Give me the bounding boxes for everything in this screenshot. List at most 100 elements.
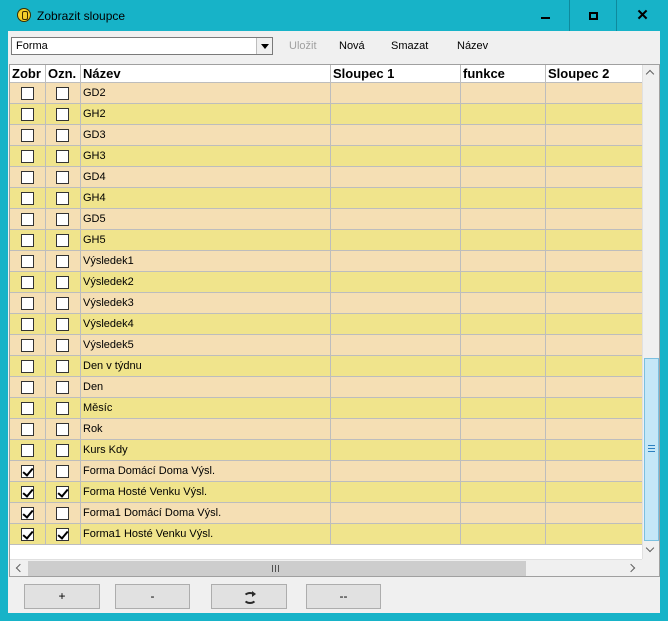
function-cell[interactable] (461, 125, 546, 145)
column1-cell[interactable] (331, 272, 461, 292)
column2-cell[interactable] (546, 314, 642, 334)
show-checkbox[interactable] (21, 297, 34, 310)
show-checkbox[interactable] (21, 402, 34, 415)
add-button[interactable]: + (24, 584, 100, 609)
name-cell[interactable]: GH2 (81, 104, 331, 124)
column2-cell[interactable] (546, 356, 642, 376)
name-cell[interactable]: GD4 (81, 167, 331, 187)
name-cell[interactable]: Kurs Kdy (81, 440, 331, 460)
function-cell[interactable] (461, 461, 546, 481)
column2-cell[interactable] (546, 461, 642, 481)
mark-checkbox[interactable] (56, 108, 69, 121)
mark-checkbox[interactable] (56, 171, 69, 184)
column-header-column2[interactable]: Sloupec 2 (546, 65, 642, 83)
table-row[interactable]: GD4 (10, 167, 642, 188)
mark-checkbox[interactable] (56, 276, 69, 289)
function-cell[interactable] (461, 188, 546, 208)
minimize-button[interactable] (522, 0, 569, 31)
mark-checkbox[interactable] (56, 87, 69, 100)
show-checkbox[interactable] (21, 339, 34, 352)
column-header-show[interactable]: Zobr (10, 65, 46, 83)
column1-cell[interactable] (331, 125, 461, 145)
name-cell[interactable]: Den v týdnu (81, 356, 331, 376)
table-row[interactable]: Forma Domácí Doma Výsl. (10, 461, 642, 482)
table-row[interactable]: Kurs Kdy (10, 440, 642, 461)
show-checkbox[interactable] (21, 276, 34, 289)
mark-checkbox[interactable] (56, 486, 69, 499)
table-row[interactable]: GH3 (10, 146, 642, 167)
column1-cell[interactable] (331, 482, 461, 502)
mark-checkbox[interactable] (56, 402, 69, 415)
name-cell[interactable]: Forma Hosté Venku Výsl. (81, 482, 331, 502)
column2-cell[interactable] (546, 230, 642, 250)
name-cell[interactable]: GH4 (81, 188, 331, 208)
vertical-scroll-thumb[interactable] (644, 358, 659, 541)
column1-cell[interactable] (331, 146, 461, 166)
mark-checkbox[interactable] (56, 213, 69, 226)
clear-button[interactable]: -- (306, 584, 381, 609)
function-cell[interactable] (461, 146, 546, 166)
column1-cell[interactable] (331, 503, 461, 523)
refresh-button[interactable] (211, 584, 287, 609)
form-select[interactable]: Forma (11, 37, 273, 55)
horizontal-scroll-thumb[interactable] (28, 561, 526, 576)
title-bar[interactable]: Zobrazit sloupce ✕ (0, 0, 668, 31)
column-header-name[interactable]: Název (81, 65, 331, 83)
column1-cell[interactable] (331, 524, 461, 544)
show-checkbox[interactable] (21, 465, 34, 478)
table-row[interactable]: Den v týdnu (10, 356, 642, 377)
name-cell[interactable]: Měsíc (81, 398, 331, 418)
show-checkbox[interactable] (21, 381, 34, 394)
column2-cell[interactable] (546, 167, 642, 187)
table-row[interactable]: Výsledek2 (10, 272, 642, 293)
mark-checkbox[interactable] (56, 150, 69, 163)
scroll-right-icon[interactable] (625, 560, 642, 577)
column1-cell[interactable] (331, 314, 461, 334)
column2-cell[interactable] (546, 146, 642, 166)
function-cell[interactable] (461, 167, 546, 187)
mark-checkbox[interactable] (56, 360, 69, 373)
column2-cell[interactable] (546, 440, 642, 460)
show-checkbox[interactable] (21, 129, 34, 142)
function-cell[interactable] (461, 524, 546, 544)
column1-cell[interactable] (331, 209, 461, 229)
column1-cell[interactable] (331, 188, 461, 208)
mark-checkbox[interactable] (56, 423, 69, 436)
table-row[interactable]: Forma Hosté Venku Výsl. (10, 482, 642, 503)
mark-checkbox[interactable] (56, 318, 69, 331)
function-cell[interactable] (461, 377, 546, 397)
function-cell[interactable] (461, 230, 546, 250)
function-cell[interactable] (461, 482, 546, 502)
table-row[interactable]: Výsledek4 (10, 314, 642, 335)
name-cell[interactable]: Den (81, 377, 331, 397)
name-cell[interactable]: GH5 (81, 230, 331, 250)
close-button[interactable]: ✕ (616, 0, 668, 31)
table-row[interactable]: GD5 (10, 209, 642, 230)
table-row[interactable]: GH5 (10, 230, 642, 251)
mark-checkbox[interactable] (56, 129, 69, 142)
function-cell[interactable] (461, 440, 546, 460)
name-button[interactable]: Název (457, 40, 488, 52)
maximize-button[interactable] (569, 0, 616, 31)
column1-cell[interactable] (331, 251, 461, 271)
scroll-up-icon[interactable] (643, 65, 660, 82)
function-cell[interactable] (461, 251, 546, 271)
mark-checkbox[interactable] (56, 339, 69, 352)
column1-cell[interactable] (331, 356, 461, 376)
function-cell[interactable] (461, 398, 546, 418)
save-button[interactable]: Uložit (289, 40, 317, 52)
name-cell[interactable]: GD5 (81, 209, 331, 229)
name-cell[interactable]: Výsledek2 (81, 272, 331, 292)
show-checkbox[interactable] (21, 171, 34, 184)
function-cell[interactable] (461, 419, 546, 439)
show-checkbox[interactable] (21, 486, 34, 499)
function-cell[interactable] (461, 314, 546, 334)
column1-cell[interactable] (331, 419, 461, 439)
column1-cell[interactable] (331, 167, 461, 187)
show-checkbox[interactable] (21, 87, 34, 100)
column2-cell[interactable] (546, 293, 642, 313)
column-header-function[interactable]: funkce (461, 65, 546, 83)
show-checkbox[interactable] (21, 234, 34, 247)
table-row[interactable]: Měsíc (10, 398, 642, 419)
table-row[interactable]: GH2 (10, 104, 642, 125)
